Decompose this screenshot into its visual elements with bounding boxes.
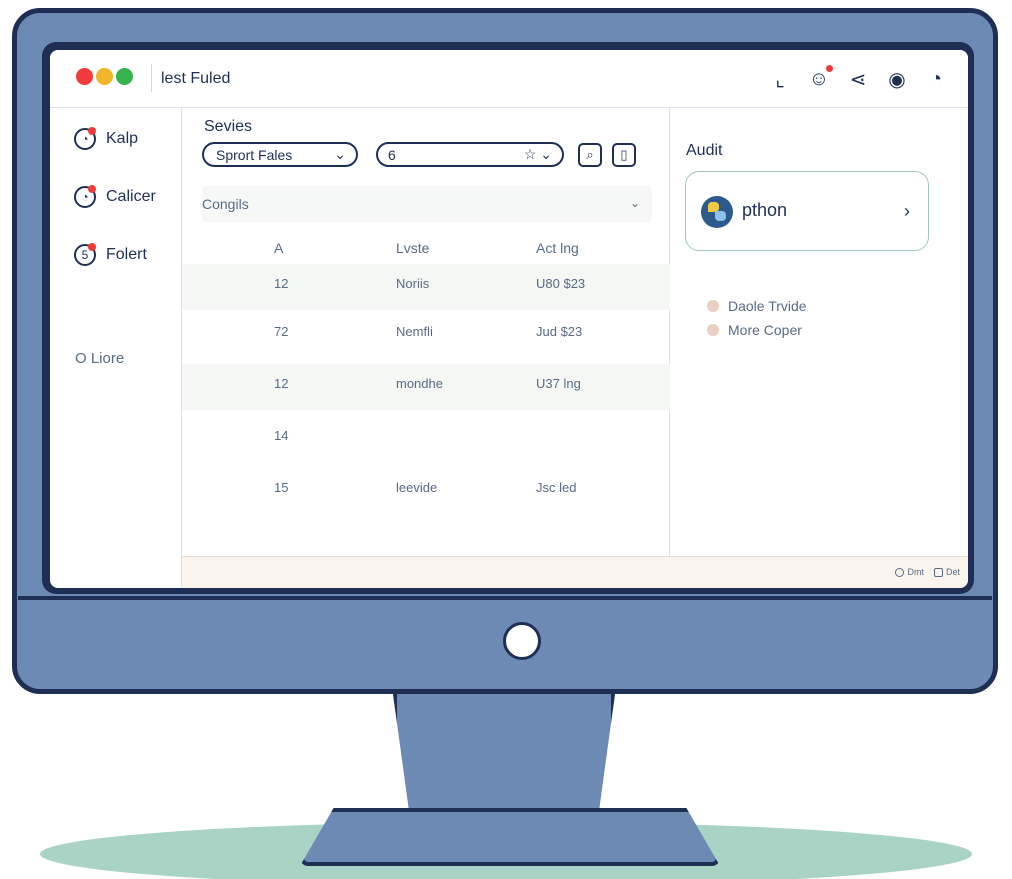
service-select[interactable]: Sprort Fales ⌄ [202,142,358,167]
star-dropdown-icon: ☆ ⌄ [523,146,552,162]
main-panel: Sevies Sprort Fales ⌄ 6 ☆ ⌄ ⌕ ▯ Congils … [182,108,670,556]
services-label: Sevies [204,118,253,135]
minimize-window-button[interactable] [96,68,113,85]
python-card-label: pthon [742,200,788,220]
status-label: Dmt [907,567,924,577]
table-cell: Noriis [396,276,430,291]
status-actions: Dmt Det [895,567,960,577]
search-button[interactable]: ⌕ [578,143,602,167]
sidebar-item-liore[interactable]: O Liore [75,350,124,367]
column-header-lvste: Lvste [396,240,430,256]
user-icon[interactable]: ◉ [883,65,911,93]
status-bar: Dmt Det [182,556,968,588]
sidebar-item-calicer[interactable]: ◔ Calicer [66,180,178,214]
python-logo [701,196,733,228]
status-square-icon [933,567,943,577]
status-item[interactable]: Det [933,567,960,577]
title-divider [151,64,152,92]
legend-dot [707,324,719,336]
number-filter-value: 6 [388,146,396,163]
audit-label: Audit [686,142,723,159]
table-cell: 12 [274,276,289,291]
sidebar: ◔ Kalp ◔ Calicer 5 Folert O Liore [50,108,182,588]
right-panel: Audit pthon › Daole Trvide More Coper [670,108,968,556]
window-titlebar: lest Fuled ⌞ ☺ ⋖ ◉ ◔ [50,50,968,108]
table-cell: 12 [274,376,289,391]
service-select-value: Sprort Fales [216,146,293,163]
column-header-act-lng: Act lng [536,240,579,256]
table-cell: U80 $23 [536,276,586,291]
notification-dot [826,65,833,72]
table-cell: 72 [274,324,289,339]
table-row[interactable]: 72 Nemfli Jud $23 [182,312,670,358]
table-row[interactable]: 14 [182,416,670,462]
clock-icon[interactable]: ◔ [922,65,950,93]
titlebar-actions: ⌞ ☺ ⋖ ◉ ◔ [766,64,950,94]
table-cell: Nemfli [396,324,433,339]
bookmark-icon[interactable]: ⌞ [766,65,794,93]
section-header-bar [202,186,652,222]
column-header-a: A [274,240,284,256]
badge-dot [88,185,96,193]
monitor-stand-neck-outline [393,694,615,824]
clock-icon: ◔ [74,185,96,208]
alert-icon: 5 [74,243,96,266]
maximize-window-button[interactable] [116,68,133,85]
legend-item[interactable]: More Coper [707,322,802,338]
badge-dot [88,127,96,135]
legend-label: Daole Trvide [728,298,807,314]
trash-icon: ▯ [620,147,628,162]
table-cell: 14 [274,428,289,443]
table-cell: leevide [396,480,438,495]
sidebar-item-label: Folert [106,246,147,263]
power-button[interactable] [503,622,541,660]
table-row[interactable]: 12 mondhe U37 lng [182,364,670,410]
table-cell: Jsc led [536,480,577,495]
emoji-icon[interactable]: ☺ [805,65,833,93]
number-filter-input[interactable]: 6 ☆ ⌄ [376,142,564,167]
table-row[interactable]: 12 Noriis U80 $23 [182,264,670,310]
screen: lest Fuled ⌞ ☺ ⋖ ◉ ◔ ◔ Kalp ◔ Calicer 5 … [50,50,968,588]
monitor-stand-base [300,808,720,866]
table-cell: Jud $23 [536,324,583,339]
chevron-right-icon: › [904,201,910,221]
monitor-scene: lest Fuled ⌞ ☺ ⋖ ◉ ◔ ◔ Kalp ◔ Calicer 5 … [0,0,1012,879]
python-card[interactable]: pthon › [685,171,929,251]
sidebar-item-folert[interactable]: 5 Folert [74,243,147,266]
table-cell: 15 [274,480,289,495]
search-icon: ⌕ [586,147,594,162]
chevron-down-icon: ⌄ [334,146,346,162]
sidebar-item-icon: ◔ [74,127,96,150]
legend-item[interactable]: Daole Trvide [707,298,807,314]
chevron-down-icon[interactable]: ⌄ [630,196,640,210]
section-header-label: Congils [202,196,249,212]
table-header: A Lvste Act lng [182,234,670,264]
window-title: lest Fuled [161,70,231,87]
status-item[interactable]: Dmt [895,567,924,577]
share-icon[interactable]: ⋖ [844,65,872,93]
table-cell: mondhe [396,376,443,391]
table-cell: U37 lng [536,376,581,391]
status-label: Det [945,567,960,577]
table-row[interactable]: 15 leevide Jsc led [182,468,670,514]
legend-label: More Coper [728,322,802,338]
sidebar-item-label: Calicer [106,188,156,205]
legend-dot [707,300,719,312]
close-window-button[interactable] [76,68,93,85]
sidebar-item-label: Kalp [106,130,139,147]
sidebar-item-kalp[interactable]: ◔ Kalp [74,127,139,150]
delete-button[interactable]: ▯ [612,143,636,167]
badge-dot [88,243,96,251]
status-ring-icon [895,567,905,577]
